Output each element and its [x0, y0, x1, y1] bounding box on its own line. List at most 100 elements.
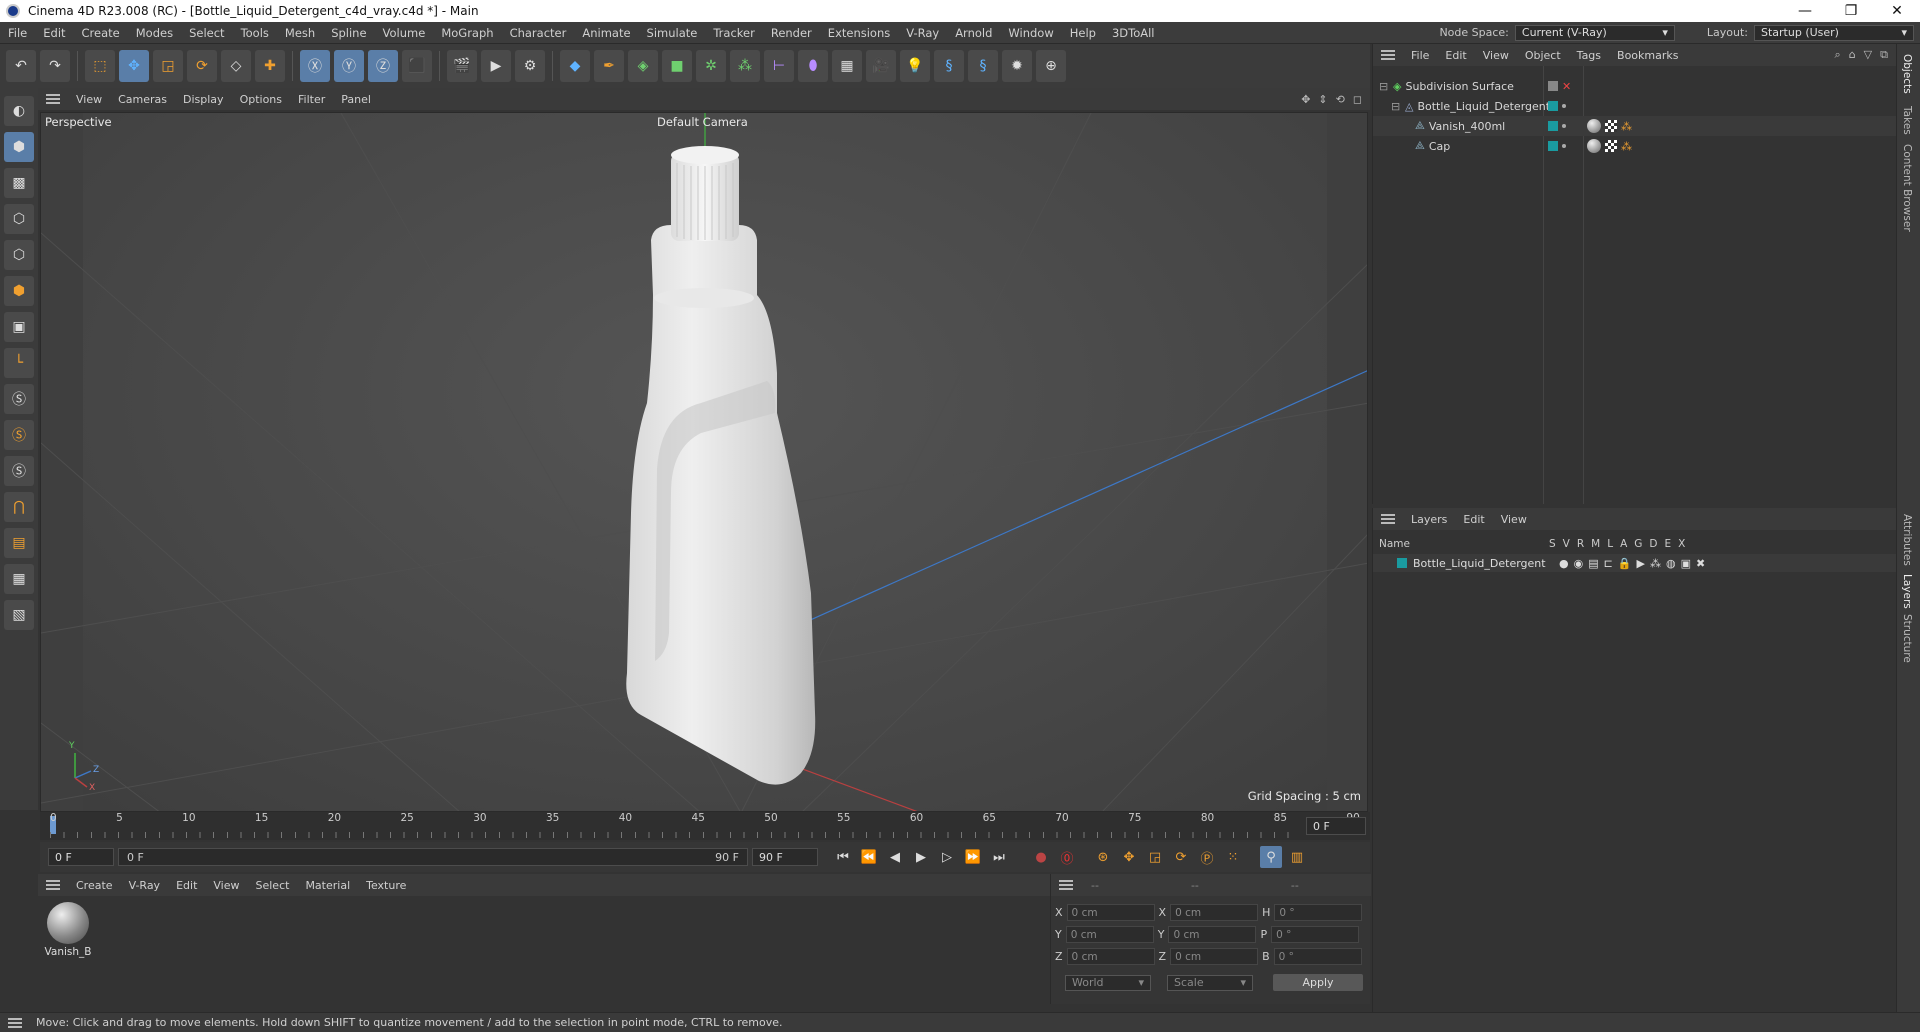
motion-clip-button[interactable]: ▥	[1286, 846, 1308, 868]
start-frame-field[interactable]: 0 F	[48, 848, 114, 866]
workplane-snap-button[interactable]: Ⓢ	[4, 456, 34, 486]
object-row-bottle-liquid-detergent[interactable]: ⊟ ◬ Bottle_Liquid_Detergent	[1373, 96, 1897, 116]
rotation-b-field[interactable]: 0 °	[1273, 948, 1362, 965]
manager-icon[interactable]: ⊏	[1604, 557, 1613, 570]
current-frame-field[interactable]: 0 F	[1306, 817, 1366, 835]
xref-icon[interactable]: ✖	[1696, 557, 1705, 570]
menu-render[interactable]: Render	[763, 26, 820, 40]
eye-icon[interactable]: ◉	[1574, 557, 1584, 570]
keyframe-selection-button[interactable]: ⊛	[1092, 846, 1114, 868]
3d-viewport[interactable]: Perspective Default Camera Grid Spacing …	[40, 112, 1368, 812]
material-menu-select[interactable]: Select	[248, 879, 298, 892]
viewport-menu-filter[interactable]: Filter	[290, 93, 333, 106]
bottle-model[interactable]	[626, 146, 816, 785]
light-button[interactable]: 💡	[900, 50, 930, 82]
y-axis-button[interactable]: Ⓨ	[334, 50, 364, 82]
texture-mode-button[interactable]: ▩	[4, 168, 34, 198]
python-button-1[interactable]: §	[934, 50, 964, 82]
minimize-button[interactable]: —	[1782, 3, 1828, 19]
key-parameter-button[interactable]: Ⓟ	[1196, 846, 1218, 868]
maximize-button[interactable]: ❐	[1828, 3, 1874, 19]
frame-range-slider[interactable]: 0 F 90 F	[118, 848, 748, 866]
coordinate-system-button[interactable]: ⬛	[402, 50, 432, 82]
maximize-view-icon[interactable]: ◻	[1353, 93, 1362, 106]
render-view-button[interactable]: 🎬	[447, 50, 477, 82]
recent-tool-button[interactable]: ◇	[221, 50, 251, 82]
layer-color-chip[interactable]	[1548, 121, 1558, 131]
autokey-button[interactable]: ⓪	[1056, 846, 1078, 868]
uv-mode-button[interactable]: ▣	[4, 312, 34, 342]
layer-color-chip[interactable]	[1548, 141, 1558, 151]
live-selection-button[interactable]: ⬚	[85, 50, 115, 82]
position-z-field[interactable]: 0 cm	[1066, 948, 1155, 965]
layer-color-chip[interactable]	[1548, 101, 1558, 111]
menu-arnold[interactable]: Arnold	[947, 26, 1000, 40]
move-tool-button[interactable]: ✥	[119, 50, 149, 82]
size-x-field[interactable]: 0 cm	[1170, 904, 1259, 921]
menu-3dtoall[interactable]: 3DToAll	[1104, 26, 1163, 40]
hamburger-icon[interactable]	[46, 94, 60, 104]
menu-vray[interactable]: V-Ray	[898, 26, 947, 40]
tab-content-browser[interactable]: Content Browser	[1901, 144, 1913, 232]
subdivision-button[interactable]: ◈	[628, 50, 658, 82]
apply-button[interactable]: Apply	[1273, 974, 1363, 991]
hamburger-icon[interactable]	[1381, 50, 1395, 60]
menu-extensions[interactable]: Extensions	[820, 26, 898, 40]
visibility-dot-icon[interactable]	[1562, 144, 1566, 148]
uvw-tag-icon[interactable]	[1605, 120, 1617, 132]
pen-button[interactable]: ✒	[594, 50, 624, 82]
size-z-field[interactable]: 0 cm	[1170, 948, 1259, 965]
key-scale-button[interactable]: ◲	[1144, 846, 1166, 868]
make-editable-button[interactable]: ◐	[4, 96, 34, 126]
layers-menu-layers[interactable]: Layers	[1403, 513, 1455, 526]
layers-menu-view[interactable]: View	[1493, 513, 1535, 526]
z-axis-button[interactable]: Ⓩ	[368, 50, 398, 82]
play-button[interactable]: ▶	[910, 846, 932, 868]
viewport-menu-panel[interactable]: Panel	[333, 93, 379, 106]
previous-key-button[interactable]: ⏪	[858, 846, 880, 868]
generator-icon[interactable]: ⁂	[1650, 557, 1661, 570]
expression-icon[interactable]: ▣	[1681, 557, 1691, 570]
object-row-cap[interactable]: ⟁ Cap ⁂	[1373, 136, 1897, 156]
axis-mode-button[interactable]: └	[4, 348, 34, 378]
step-forward-button[interactable]: ▷	[936, 846, 958, 868]
material-menu-create[interactable]: Create	[68, 879, 121, 892]
dolly-view-icon[interactable]: ⇕	[1318, 93, 1327, 106]
menu-mesh[interactable]: Mesh	[277, 26, 323, 40]
undo-button[interactable]: ↶	[6, 50, 36, 82]
pan-view-icon[interactable]: ✥	[1301, 93, 1310, 106]
next-key-button[interactable]: ⏩	[962, 846, 984, 868]
menu-select[interactable]: Select	[181, 26, 232, 40]
record-button[interactable]: ●	[1030, 846, 1052, 868]
viewport-camera-name[interactable]: Default Camera	[657, 115, 748, 129]
cube-button[interactable]: ◆	[560, 50, 590, 82]
menu-create[interactable]: Create	[74, 26, 128, 40]
coordinate-mode-dropdown[interactable]: Scale ▾	[1167, 974, 1253, 991]
create-tool-button[interactable]: ✚	[255, 50, 285, 82]
menu-simulate[interactable]: Simulate	[639, 26, 706, 40]
hamburger-icon[interactable]	[1059, 880, 1073, 890]
python-button-2[interactable]: §	[968, 50, 998, 82]
filter-icon[interactable]: ▽	[1864, 48, 1872, 62]
menu-character[interactable]: Character	[502, 26, 575, 40]
search-icon[interactable]: ⌕	[1835, 48, 1841, 62]
solo-dot-icon[interactable]: ●	[1559, 557, 1569, 570]
go-to-start-button[interactable]: ⏮	[832, 846, 854, 868]
key-position-button[interactable]: ✥	[1118, 846, 1140, 868]
layer-color-chip[interactable]	[1397, 558, 1407, 568]
render-settings-button[interactable]: ⚙	[515, 50, 545, 82]
redo-button[interactable]: ↷	[40, 50, 70, 82]
timeline-window-button[interactable]: ⚲	[1260, 846, 1282, 868]
position-y-field[interactable]: 0 cm	[1065, 926, 1154, 943]
magnet-button[interactable]: ⋂	[4, 492, 34, 522]
phong-tag-icon[interactable]: ⁂	[1621, 140, 1632, 153]
layer-row[interactable]: Bottle_Liquid_Detergent ● ◉ ▤ ⊏ 🔒 ▶ ⁂ ◍ …	[1373, 554, 1897, 572]
snap-settings-button[interactable]: Ⓢ	[4, 420, 34, 450]
tab-attributes[interactable]: Attributes	[1901, 514, 1913, 566]
objects-menu-bookmarks[interactable]: Bookmarks	[1609, 49, 1686, 62]
menu-volume[interactable]: Volume	[375, 26, 434, 40]
position-x-field[interactable]: 0 cm	[1066, 904, 1155, 921]
viewport-menu-view[interactable]: View	[68, 93, 110, 106]
menu-tools[interactable]: Tools	[233, 26, 277, 40]
menu-file[interactable]: File	[0, 26, 35, 40]
